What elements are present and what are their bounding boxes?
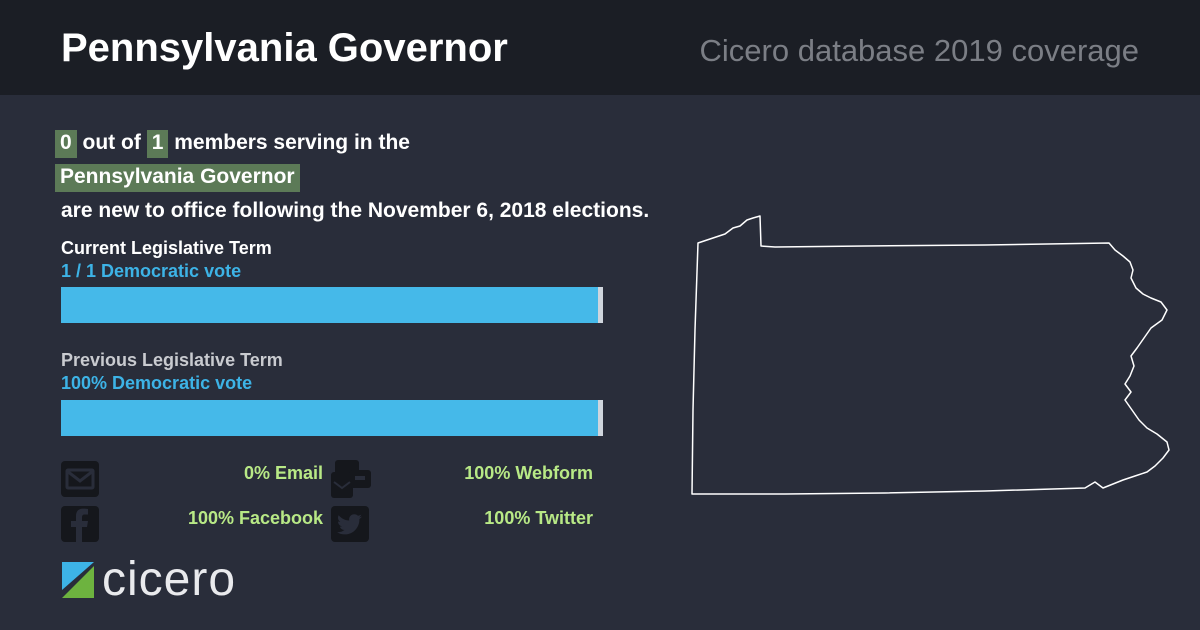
current-term-bar <box>61 287 603 323</box>
twitter-coverage-value: 100% Twitter <box>484 508 593 528</box>
current-term-vote: 1 / 1 Democratic vote <box>61 261 242 281</box>
pennsylvania-outline <box>691 215 1170 495</box>
body-name-highlight: Pennsylvania Governor <box>55 164 300 192</box>
previous-term-vote: 100% Democratic vote <box>61 373 253 393</box>
elections-text: are new to office following the November… <box>61 199 650 222</box>
email-coverage-value: 0% Email <box>243 463 323 483</box>
pennsylvania-state-map <box>685 210 1175 505</box>
new-members-summary: 0 out of 1 members serving in the Pennsy… <box>55 126 649 228</box>
facebook-coverage-value: 100% Facebook <box>187 508 323 528</box>
new-members-count: 0 <box>55 130 77 158</box>
previous-term-bar <box>61 400 603 436</box>
twitter-icon <box>331 506 369 542</box>
webform-icon <box>331 460 371 498</box>
webform-coverage-value: 100% Webform <box>464 463 593 483</box>
total-members-count: 1 <box>146 130 169 158</box>
current-term-democratic-fill <box>61 287 598 323</box>
coverage-subtitle: Cicero database 2019 coverage <box>699 33 1139 68</box>
cicero-logo-mark <box>62 562 94 598</box>
envelope-icon <box>61 461 99 497</box>
out-of-text: out of <box>82 131 141 154</box>
previous-term-label: Previous Legislative Term <box>61 350 283 370</box>
facebook-icon <box>61 506 99 542</box>
page-title: Pennsylvania Governor <box>61 26 508 70</box>
previous-term-democratic-fill <box>61 400 598 436</box>
header-bar: Pennsylvania Governor Cicero database 20… <box>0 0 1200 95</box>
current-term-label: Current Legislative Term <box>61 238 272 258</box>
cicero-logo-text: cicero <box>102 553 237 606</box>
members-serving-text: members serving in the <box>174 131 410 154</box>
